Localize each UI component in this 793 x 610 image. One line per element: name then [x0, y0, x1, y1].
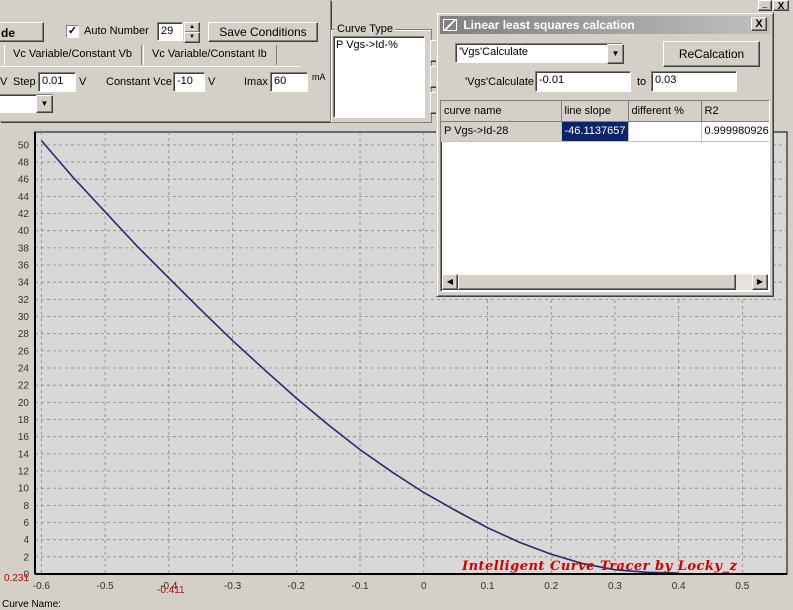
y-tick-label: 30 — [18, 312, 30, 323]
to-label: to — [637, 76, 647, 88]
y-tick-label: 2 — [23, 552, 29, 563]
y-tick-label: 48 — [18, 158, 30, 169]
dialog-title-bar[interactable]: Linear least squares calcation — [440, 16, 770, 34]
y-tick-label: 8 — [23, 501, 29, 512]
dialog-close-icon[interactable]: X — [751, 17, 767, 31]
y-tick-label: 42 — [18, 209, 30, 220]
scroll-right-icon[interactable]: ▶ — [752, 274, 768, 290]
mode-tab[interactable]: de — [0, 22, 44, 42]
y-tick-label: 22 — [18, 381, 30, 392]
table-row[interactable]: P Vgs->Id-28 -46.1137657 0.999980926 — [441, 121, 769, 142]
x-tick-label: 0.3 — [608, 581, 622, 592]
y-tick-label: 12 — [18, 467, 30, 478]
step-label: Step — [13, 76, 36, 88]
spin-down-button[interactable]: ▼ — [184, 32, 200, 43]
y-tick-label: 36 — [18, 261, 30, 272]
column-header[interactable]: different % — [628, 101, 702, 122]
curve-name-cell[interactable]: P Vgs->Id-28 — [441, 121, 562, 142]
x-tick-label: 0.4 — [672, 581, 686, 592]
line-slope-cell[interactable]: -46.1137657 — [561, 121, 629, 142]
y-tick-label: 4 — [23, 535, 29, 546]
y-tick-label: 16 — [18, 432, 30, 443]
y-tick-label: 26 — [18, 346, 30, 357]
y-tick-label: 40 — [18, 226, 30, 237]
x-tick-label: 0.2 — [544, 581, 558, 592]
y-tick-label: 14 — [18, 449, 30, 460]
cursor-value-label: -0.411 — [157, 585, 185, 596]
step-unit-label: V — [79, 76, 87, 88]
curve-type-list[interactable]: P Vgs->Id-% — [333, 36, 425, 118]
scroll-thumb[interactable] — [458, 274, 736, 290]
recalculation-button[interactable]: ReCalcation — [663, 41, 760, 67]
x-tick-label: 0.5 — [735, 581, 749, 592]
column-header[interactable]: R2 — [701, 101, 769, 122]
results-table: curve name line slope different % R2 P V… — [441, 101, 769, 142]
r2-cell[interactable]: 0.999980926 — [701, 121, 769, 142]
vce-label: Constant Vce — [106, 76, 173, 88]
least-squares-dialog: Linear least squares calcation X 'Vgs'Ca… — [436, 12, 774, 297]
grid-header-row: curve name line slope different % R2 — [441, 101, 769, 122]
y-tick-label: 18 — [18, 415, 30, 426]
y-tick-label: 44 — [18, 192, 30, 203]
different-cell[interactable] — [628, 121, 702, 142]
calc-variable-select[interactable]: 'Vgs'Calculate — [455, 43, 623, 63]
dialog-title: Linear least squares calcation — [463, 18, 635, 32]
corner-value-label: 0.231 — [4, 573, 30, 584]
auto-number-label: Auto Number — [84, 25, 149, 37]
watermark-label: Intelligent Curve Tracer by Locky_z — [462, 559, 738, 574]
x-tick-label: 0 — [421, 581, 427, 592]
imax-label: Imax — [244, 76, 268, 88]
y-tick-label: 50 — [18, 140, 30, 151]
y-tick-label: 10 — [18, 484, 30, 495]
vce-input[interactable]: -10 — [173, 72, 205, 92]
y-tick-label: 38 — [18, 243, 30, 254]
step-input[interactable]: 0.01 — [38, 72, 76, 92]
y-tick-label: 24 — [18, 364, 30, 375]
x-tick-label: -0.1 — [351, 581, 369, 592]
y-tick-label: 28 — [18, 329, 30, 340]
scroll-left-icon[interactable]: ◀ — [442, 274, 458, 290]
x-tick-label: -0.5 — [96, 581, 114, 592]
chevron-down-icon[interactable]: ▼ — [607, 44, 624, 64]
x-tick-label: -0.6 — [33, 581, 51, 592]
range-to-input[interactable]: 0.03 — [651, 71, 737, 92]
y-tick-label: 46 — [18, 175, 30, 186]
y-tick-label: 34 — [18, 278, 30, 289]
chart-icon — [443, 19, 457, 31]
x-tick-label: -0.2 — [288, 581, 306, 592]
curve-type-label: Curve Type — [335, 23, 396, 35]
close-icon[interactable]: X — [773, 0, 789, 12]
auto-number-checkbox[interactable]: ✓ — [66, 25, 79, 38]
y-tick-label: 32 — [18, 295, 30, 306]
column-header[interactable]: line slope — [561, 101, 629, 122]
range-label: 'Vgs'Calculate — [465, 76, 535, 88]
curve-name-status: Curve Name: — [2, 599, 61, 610]
range-from-input[interactable]: -0.01 — [535, 71, 631, 92]
x-tick-label: -0.3 — [224, 581, 242, 592]
save-conditions-button[interactable]: Save Conditions — [208, 22, 318, 42]
curve-type-item[interactable]: P Vgs->Id-% — [334, 37, 424, 53]
chevron-down-icon[interactable]: ▼ — [36, 95, 53, 113]
tab-vc-constant-vb[interactable]: Vc Variable/Constant Vb — [4, 45, 142, 65]
column-header[interactable]: curve name — [441, 101, 562, 122]
y-tick-label: 20 — [18, 398, 30, 409]
results-grid: curve name line slope different % R2 P V… — [440, 100, 770, 292]
vce-unit-label: V — [208, 76, 216, 88]
x-tick-label: 0.1 — [481, 581, 495, 592]
v-unit-label: V — [0, 76, 8, 88]
tab-vc-constant-ib[interactable]: Vc Variable/Constant Ib — [143, 45, 277, 65]
horizontal-scrollbar[interactable]: ◀ ▶ — [442, 274, 768, 290]
imax-unit-label: mA — [312, 72, 326, 82]
imax-input[interactable]: 60 — [270, 72, 308, 92]
auto-number-input[interactable]: 29 — [157, 22, 183, 41]
minimize-button[interactable]: _ — [758, 0, 772, 11]
y-tick-label: 6 — [23, 518, 29, 529]
